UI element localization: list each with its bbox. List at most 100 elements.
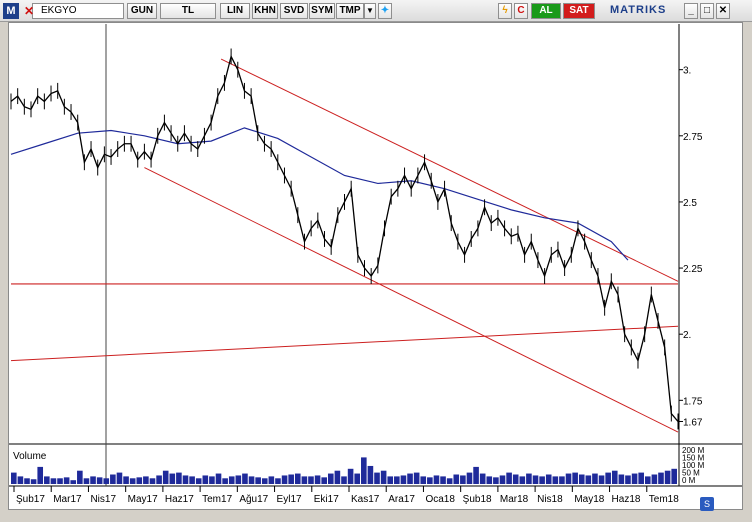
y-tick-label: 1.75 xyxy=(683,396,703,407)
volume-bar xyxy=(644,476,651,484)
volume-bar xyxy=(341,476,347,484)
volume-bar xyxy=(242,473,248,484)
x-tick-label: Mar17 xyxy=(53,494,82,505)
volume-bar xyxy=(50,478,57,484)
volume-bar xyxy=(129,478,136,484)
settings-icon[interactable]: S xyxy=(700,497,714,511)
volume-bar xyxy=(526,473,532,484)
volume-bar xyxy=(209,476,215,484)
volume-bar xyxy=(103,478,110,484)
y-tick-label: 3. xyxy=(683,66,691,77)
x-tick-label: Şub18 xyxy=(463,494,492,505)
x-tick-label: Kas17 xyxy=(351,494,380,505)
volume-bar xyxy=(532,475,539,484)
volume-bar xyxy=(565,473,572,484)
y-tick-label: 1.67 xyxy=(683,417,703,428)
volume-bar xyxy=(176,472,182,484)
x-tick-label: Eyl17 xyxy=(277,494,302,505)
volume-bar xyxy=(374,472,380,484)
volume-bar xyxy=(446,478,453,484)
rising-trendline xyxy=(10,325,679,362)
x-tick-label: Haz17 xyxy=(165,494,194,505)
volume-bar xyxy=(506,472,512,484)
volume-bar xyxy=(578,474,585,484)
volume-bar xyxy=(493,477,499,484)
volume-bar xyxy=(625,475,631,484)
x-tick-label: May17 xyxy=(128,494,158,505)
x-tick-label: Oca18 xyxy=(425,494,455,505)
channel-upper-line xyxy=(220,58,679,282)
price-line xyxy=(10,54,679,422)
volume-bar xyxy=(162,470,169,484)
volume-bar xyxy=(592,473,598,484)
volume-bar xyxy=(552,476,559,484)
volume-bar xyxy=(314,475,321,484)
volume-bar xyxy=(327,473,334,484)
volume-bar xyxy=(235,475,242,484)
volume-bar xyxy=(394,476,400,484)
volume-bar xyxy=(37,466,44,484)
volume-bar xyxy=(255,477,261,484)
volume-bar xyxy=(334,470,341,484)
volume-bar xyxy=(361,457,367,484)
volume-bar xyxy=(261,478,268,484)
volume-bar xyxy=(618,474,625,484)
volume-bar xyxy=(486,476,493,484)
volume-bar xyxy=(559,476,565,484)
volume-bar xyxy=(380,470,387,484)
x-tick-label: Mar18 xyxy=(500,494,529,505)
volume-bar xyxy=(301,476,308,484)
volume-bar xyxy=(427,477,433,484)
volume-bar xyxy=(63,477,70,484)
volume-bar xyxy=(110,474,116,484)
volume-bar xyxy=(143,476,149,484)
volume-bar xyxy=(202,475,209,484)
volume-bar xyxy=(57,478,63,484)
price-chart[interactable]: 3. 2.75 2.5 2.25 2. 1.75 1.67 Şub17 Mar17 Nis17 M… xyxy=(0,0,752,522)
volume-bar xyxy=(123,476,129,484)
volume-bar xyxy=(638,472,644,484)
volume-bar xyxy=(90,476,96,484)
volume-bar xyxy=(308,476,314,484)
x-tick-label: Ağu17 xyxy=(239,494,268,505)
volume-bar xyxy=(30,479,37,484)
volume-bar xyxy=(281,475,288,484)
y-tick-label: 2.75 xyxy=(683,132,703,143)
volume-bar xyxy=(460,475,466,484)
volume-bar xyxy=(248,476,255,484)
x-tick-label: Tem18 xyxy=(649,494,679,505)
volume-bar xyxy=(169,473,176,484)
volume-bar xyxy=(189,476,195,484)
volume-bar xyxy=(354,473,361,484)
volume-bar xyxy=(413,472,420,484)
volume-bar xyxy=(77,470,83,484)
volume-bar xyxy=(367,465,374,484)
volume-bar xyxy=(658,472,664,484)
volume-bar xyxy=(44,476,50,484)
volume-bar xyxy=(387,476,394,484)
volume-bar xyxy=(24,478,30,484)
volume-bar xyxy=(222,478,228,484)
x-tick-label: Haz18 xyxy=(612,494,641,505)
volume-bar xyxy=(321,477,327,484)
volume-bar xyxy=(288,474,294,484)
x-tick-label: Tem17 xyxy=(202,494,232,505)
volume-bar xyxy=(347,468,354,484)
y-tick-label: 2.25 xyxy=(683,264,703,275)
volume-bar xyxy=(400,475,407,484)
volume-bar xyxy=(96,477,103,484)
volume-bar xyxy=(539,476,545,484)
volume-bar xyxy=(149,478,156,484)
volume-bar xyxy=(664,470,671,484)
volume-bar xyxy=(433,475,440,484)
x-tick-label: May18 xyxy=(574,494,604,505)
volume-bar xyxy=(294,473,301,484)
volume-bar xyxy=(611,470,618,484)
volume-bar xyxy=(228,476,235,484)
volume-bar xyxy=(466,472,473,484)
volume-bar xyxy=(585,475,592,484)
volume-bar xyxy=(136,477,143,484)
moving-average-line xyxy=(10,127,629,261)
volume-bar xyxy=(651,474,658,484)
volume-bar xyxy=(182,475,189,484)
